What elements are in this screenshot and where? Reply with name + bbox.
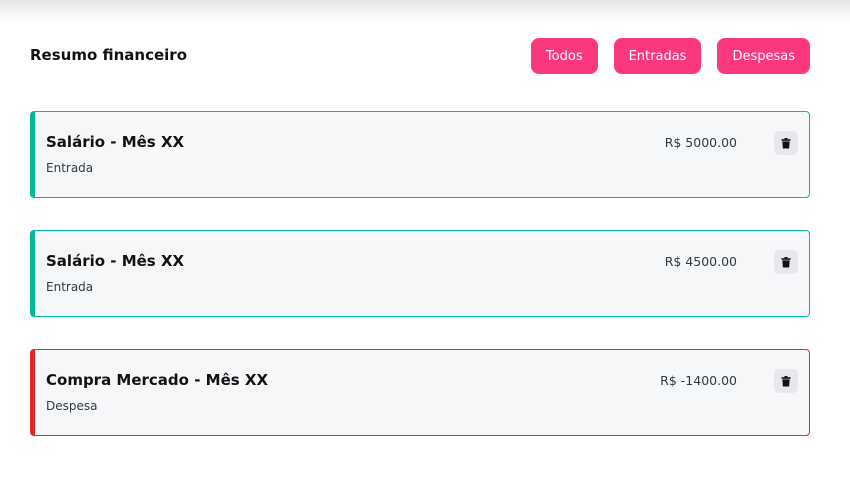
transaction-title: Salário - Mês XX [46, 252, 185, 270]
transaction-list: Salário - Mês XX Entrada R$ 5000.00 Salá… [30, 111, 810, 468]
summary-header: Resumo financeiro Todos Entradas Despesa… [30, 38, 810, 74]
transaction-card: Salário - Mês XX Entrada R$ 4500.00 [30, 230, 810, 317]
top-bar-shadow [0, 0, 850, 22]
transaction-value: R$ -1400.00 [660, 373, 737, 388]
filter-group: Todos Entradas Despesas [530, 38, 810, 74]
delete-button[interactable] [774, 131, 798, 155]
transaction-value: R$ 4500.00 [664, 254, 737, 269]
trash-icon [781, 137, 791, 148]
filter-despesas-button[interactable]: Despesas [717, 38, 810, 74]
delete-button[interactable] [774, 250, 798, 274]
delete-button[interactable] [774, 369, 798, 393]
trash-icon [781, 375, 791, 386]
transaction-value: R$ 5000.00 [664, 135, 737, 150]
page-title: Resumo financeiro [30, 46, 187, 64]
transaction-type: Entrada [46, 280, 94, 294]
transaction-card: Salário - Mês XX Entrada R$ 5000.00 [30, 111, 810, 198]
trash-icon [781, 256, 791, 267]
filter-all-button[interactable]: Todos [530, 38, 598, 74]
transaction-card: Compra Mercado - Mês XX Despesa R$ -1400… [30, 349, 810, 436]
filter-entradas-button[interactable]: Entradas [613, 38, 702, 74]
transaction-title: Salário - Mês XX [46, 133, 185, 151]
transaction-title: Compra Mercado - Mês XX [46, 371, 269, 389]
transaction-type: Entrada [46, 161, 94, 175]
transaction-type: Despesa [46, 399, 98, 413]
